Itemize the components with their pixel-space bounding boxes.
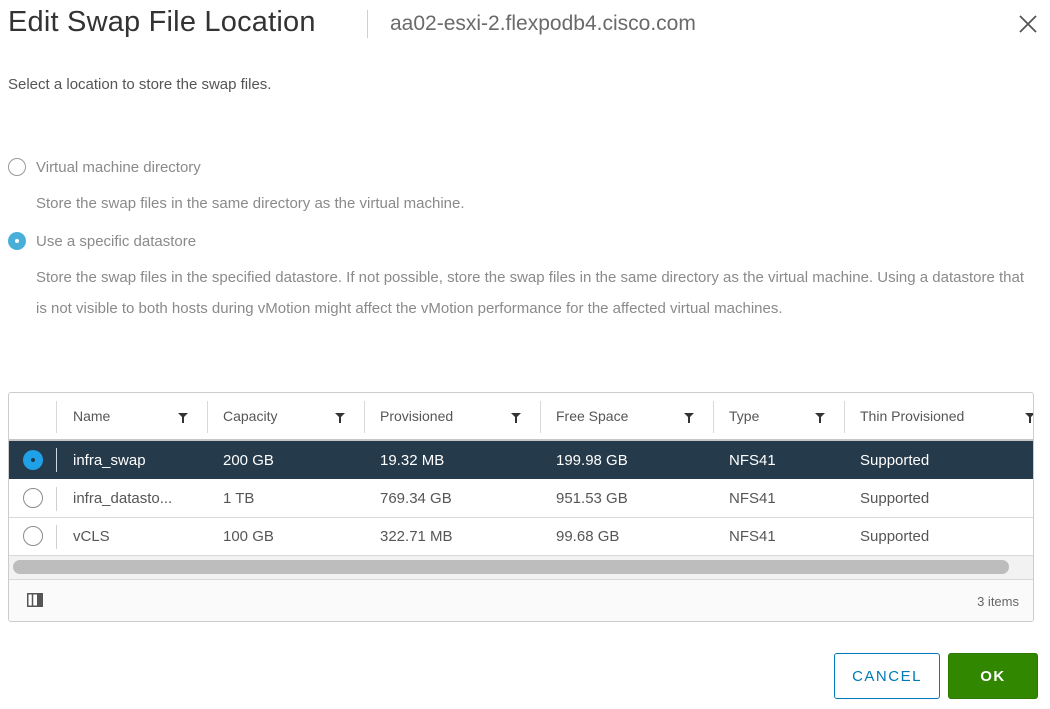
cell-name: vCLS [73, 528, 110, 545]
close-icon[interactable] [1016, 12, 1040, 36]
cell-name: infra_datasto... [73, 489, 173, 507]
filter-icon[interactable] [511, 413, 521, 423]
dialog-title: Edit Swap File Location [8, 6, 316, 38]
filter-icon[interactable] [1025, 413, 1034, 423]
cell-free-space: 99.68 GB [556, 528, 620, 545]
filter-icon[interactable] [815, 413, 825, 423]
column-divider [56, 401, 57, 433]
option-description: Store the swap files in the specified da… [36, 269, 1025, 317]
cell-capacity: 100 GB [223, 528, 274, 545]
radio-specific-datastore[interactable] [8, 232, 26, 250]
intro-text: Select a location to store the swap file… [8, 76, 272, 93]
table-row[interactable]: infra_datasto... 1 TB 769.34 GB 951.53 G… [9, 479, 1033, 518]
column-divider[interactable] [713, 401, 714, 433]
row-radio[interactable] [23, 450, 43, 470]
cell-thin-provisioned: Supported [860, 489, 930, 507]
row-divider [56, 525, 57, 549]
cancel-button[interactable]: CANCEL [834, 653, 940, 699]
option-description: Store the swap files in the same directo… [36, 195, 465, 212]
cell-provisioned: 322.71 MB [380, 528, 453, 545]
column-divider[interactable] [364, 401, 365, 433]
radio-vm-directory[interactable] [8, 158, 26, 176]
column-divider[interactable] [540, 401, 541, 433]
column-divider[interactable] [207, 401, 208, 433]
option-vm-directory[interactable]: Virtual machine directory [8, 158, 201, 176]
cell-type: NFS41 [729, 528, 776, 545]
table-header: Name Capacity Provisioned Free Space Typ… [9, 393, 1034, 441]
table-row[interactable]: vCLS 100 GB 322.71 MB 99.68 GB NFS41 Sup… [9, 518, 1033, 556]
scrollbar-thumb[interactable] [13, 560, 1009, 574]
filter-icon[interactable] [335, 413, 345, 423]
option-specific-datastore[interactable]: Use a specific datastore [8, 232, 196, 250]
cell-provisioned: 19.32 MB [380, 451, 445, 469]
cell-capacity: 1 TB [223, 489, 255, 507]
cell-free-space: 951.53 GB [556, 489, 628, 507]
option-label: Use a specific datastore [36, 232, 197, 250]
cell-thin-provisioned: Supported [860, 451, 930, 469]
row-divider [56, 448, 57, 472]
filter-icon[interactable] [178, 413, 188, 423]
row-radio[interactable] [23, 488, 43, 508]
column-divider[interactable] [844, 401, 845, 433]
row-radio[interactable] [23, 526, 43, 546]
table-footer: 3 items [9, 580, 1033, 621]
item-count: 3 items [977, 594, 1019, 609]
ok-button[interactable]: OK [948, 653, 1038, 699]
column-toggle-icon[interactable] [27, 593, 43, 607]
cell-type: NFS41 [729, 451, 776, 469]
datastore-table: Name Capacity Provisioned Free Space Typ… [8, 392, 1034, 622]
cell-free-space: 199.98 GB [556, 451, 628, 469]
horizontal-scrollbar[interactable] [9, 556, 1033, 580]
cell-name: infra_swap [73, 451, 146, 469]
column-header-type[interactable]: Type [715, 393, 845, 439]
cell-capacity: 200 GB [223, 451, 274, 469]
title-divider [367, 10, 368, 38]
host-name: aa02-esxi-2.flexpodb4.cisco.com [390, 12, 696, 35]
filter-icon[interactable] [684, 413, 694, 423]
option-label: Virtual machine directory [36, 158, 201, 176]
cell-type: NFS41 [729, 489, 776, 507]
table-row[interactable]: infra_swap 200 GB 19.32 MB 199.98 GB NFS… [9, 441, 1033, 479]
cell-thin-provisioned: Supported [860, 528, 930, 545]
column-header-thin-provisioned[interactable]: Thin Provisioned [846, 393, 1033, 439]
row-divider [56, 487, 57, 511]
cell-provisioned: 769.34 GB [380, 489, 452, 507]
